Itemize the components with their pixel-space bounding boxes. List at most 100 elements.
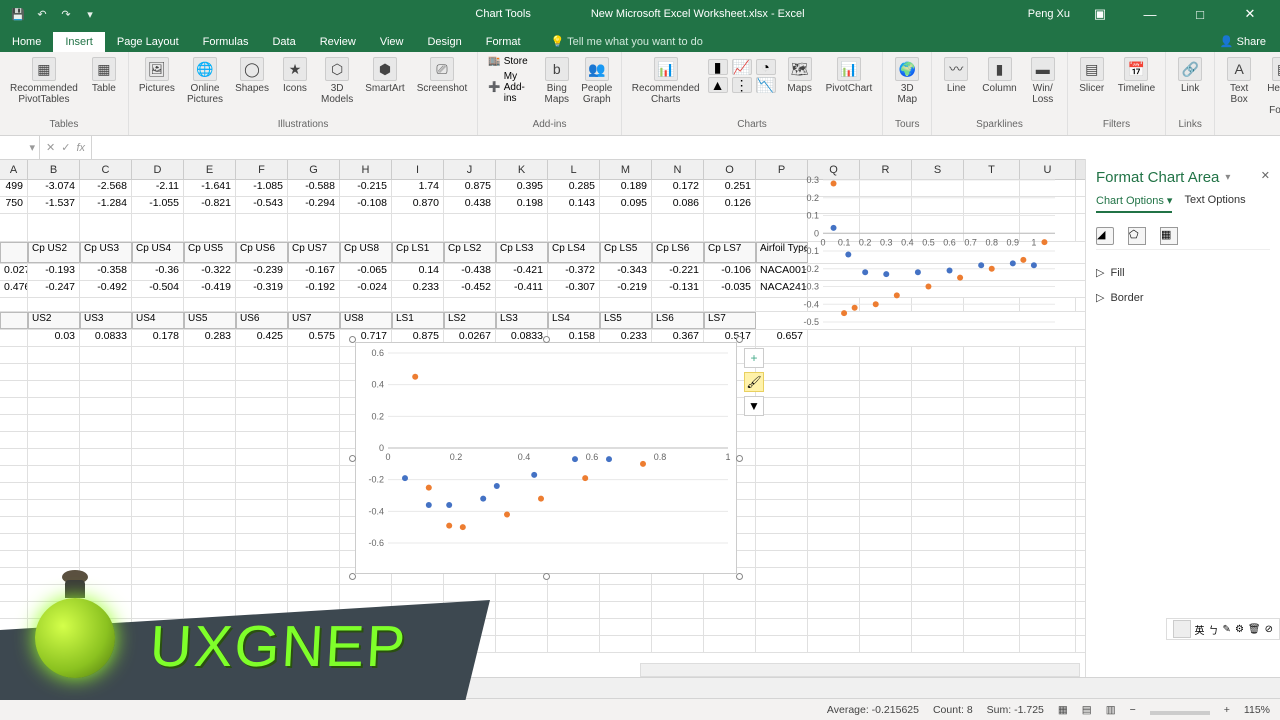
cell[interactable] (288, 585, 340, 601)
cell[interactable]: 0.476 (0, 281, 28, 297)
cell[interactable] (964, 381, 1020, 397)
cell[interactable] (0, 330, 28, 346)
cell[interactable] (28, 381, 80, 397)
cell[interactable]: -1.055 (132, 197, 184, 213)
cell[interactable] (80, 449, 132, 465)
zoom-out-icon[interactable]: − (1130, 704, 1136, 716)
cell[interactable]: US7 (288, 312, 340, 329)
pie-chart-icon[interactable]: ◔ (756, 59, 776, 75)
view-normal-icon[interactable]: ▦ (1058, 704, 1068, 716)
cell[interactable] (496, 585, 548, 601)
cell[interactable] (184, 585, 236, 601)
cell[interactable]: -3.074 (28, 180, 80, 196)
cell[interactable] (184, 534, 236, 550)
slicer-button[interactable]: ▤Slicer (1074, 55, 1110, 96)
cell[interactable] (28, 398, 80, 414)
cell[interactable] (652, 585, 704, 601)
cell[interactable] (860, 517, 912, 533)
border-section[interactable]: ▷ Border (1096, 285, 1270, 310)
maximize-icon[interactable]: □ (1180, 0, 1220, 28)
cell[interactable] (236, 636, 288, 652)
tab-data[interactable]: Data (260, 32, 307, 52)
cell[interactable]: 0.870 (392, 197, 444, 213)
cell[interactable]: -0.821 (184, 197, 236, 213)
undo-icon[interactable]: ↶ (34, 6, 50, 22)
cell[interactable] (236, 483, 288, 499)
cell[interactable] (912, 602, 964, 618)
cell[interactable] (912, 551, 964, 567)
cell[interactable] (184, 415, 236, 431)
cell[interactable]: Cp LS2 (444, 242, 496, 263)
cell[interactable] (184, 398, 236, 414)
text-options-tab[interactable]: Text Options (1184, 194, 1245, 213)
cell[interactable] (288, 347, 340, 363)
cancel-fx-icon[interactable]: ✕ (46, 141, 55, 154)
cell[interactable] (132, 364, 184, 380)
cell[interactable]: -2.11 (132, 180, 184, 196)
cell[interactable] (0, 602, 28, 618)
cell[interactable] (28, 466, 80, 482)
cell[interactable] (808, 381, 860, 397)
cell[interactable] (0, 568, 28, 584)
cell[interactable]: US2 (28, 312, 80, 329)
cell[interactable] (444, 619, 496, 635)
cell[interactable] (80, 619, 132, 635)
cell[interactable] (964, 551, 1020, 567)
col-header[interactable]: F (236, 160, 288, 179)
cell[interactable] (236, 398, 288, 414)
cell[interactable]: -0.307 (548, 281, 600, 297)
cell[interactable] (236, 534, 288, 550)
col-header[interactable]: D (132, 160, 184, 179)
cell[interactable] (1020, 483, 1076, 499)
cell[interactable] (392, 619, 444, 635)
cell[interactable] (860, 636, 912, 652)
qat-dropdown-icon[interactable]: ▾ (82, 6, 98, 22)
cell[interactable]: 0.027 (0, 264, 28, 280)
cell[interactable] (860, 483, 912, 499)
cell[interactable]: Cp LS5 (600, 242, 652, 263)
cell[interactable] (1020, 636, 1076, 652)
cell[interactable]: -0.065 (340, 264, 392, 280)
cell[interactable] (0, 364, 28, 380)
cell[interactable] (184, 500, 236, 516)
cell[interactable]: 0.126 (704, 197, 756, 213)
cell[interactable] (80, 585, 132, 601)
cell[interactable] (1020, 381, 1076, 397)
cell[interactable]: -0.419 (184, 281, 236, 297)
col-header[interactable]: A (0, 160, 28, 179)
cell[interactable] (80, 517, 132, 533)
cell[interactable] (236, 466, 288, 482)
cell[interactable]: -0.452 (444, 281, 496, 297)
cell[interactable] (132, 381, 184, 397)
cell[interactable] (496, 619, 548, 635)
cell[interactable] (808, 432, 860, 448)
screenshot-button[interactable]: ⎚Screenshot (413, 55, 472, 96)
cell[interactable] (1020, 500, 1076, 516)
cell[interactable] (28, 602, 80, 618)
spark-line-button[interactable]: 〰Line (938, 55, 974, 96)
cell[interactable] (288, 534, 340, 550)
cell[interactable] (444, 636, 496, 652)
cell[interactable]: LS4 (548, 312, 600, 329)
cell[interactable] (1020, 432, 1076, 448)
cell[interactable]: -0.167 (288, 264, 340, 280)
cell[interactable]: -0.438 (444, 264, 496, 280)
cell[interactable] (236, 585, 288, 601)
cell[interactable] (132, 483, 184, 499)
cell[interactable] (912, 398, 964, 414)
cell[interactable] (0, 466, 28, 482)
cell[interactable] (808, 364, 860, 380)
cell[interactable]: US6 (236, 312, 288, 329)
cell[interactable]: 0.172 (652, 180, 704, 196)
cell[interactable] (600, 602, 652, 618)
cell[interactable]: -0.504 (132, 281, 184, 297)
cell[interactable] (184, 381, 236, 397)
cell[interactable] (652, 636, 704, 652)
cell[interactable] (704, 602, 756, 618)
cell[interactable] (288, 449, 340, 465)
cell[interactable] (808, 398, 860, 414)
area-chart-icon[interactable]: ▲ (708, 77, 728, 93)
cell[interactable] (1020, 551, 1076, 567)
cell[interactable] (756, 585, 808, 601)
cell[interactable] (756, 432, 808, 448)
